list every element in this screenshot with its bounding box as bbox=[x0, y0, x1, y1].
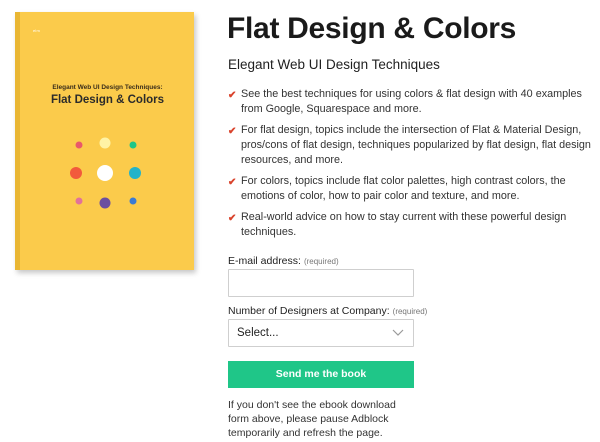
feature-text: See the best techniques for using colors… bbox=[241, 88, 582, 115]
required-hint: (required) bbox=[303, 257, 339, 266]
feature-text: Real-world advice on how to stay current… bbox=[241, 211, 567, 238]
color-dot bbox=[75, 197, 83, 205]
feature-text: For flat design, topics include the inte… bbox=[241, 124, 591, 166]
color-dot bbox=[129, 197, 137, 205]
feature-text: For colors, topics include flat color pa… bbox=[241, 175, 566, 202]
color-dot bbox=[75, 141, 83, 149]
color-dots-illustration bbox=[70, 137, 141, 209]
list-item: ✔ For colors, topics include flat color p… bbox=[228, 174, 593, 204]
designers-label-text: Number of Designers at Company: bbox=[228, 305, 390, 317]
color-dot bbox=[97, 165, 113, 181]
designers-label: Number of Designers at Company: (required… bbox=[228, 305, 427, 317]
color-dot bbox=[129, 167, 141, 179]
check-icon: ✔ bbox=[228, 90, 237, 101]
ebook-cover: elm Elegant Web UI Design Techniques: Fl… bbox=[15, 12, 194, 270]
adblock-note: If you don't see the ebook download form… bbox=[228, 399, 396, 442]
designers-select[interactable]: Select... bbox=[228, 319, 414, 347]
list-item: ✔ See the best techniques for using color… bbox=[228, 87, 593, 117]
select-value: Select... bbox=[237, 327, 279, 339]
color-dot bbox=[129, 141, 137, 149]
list-item: ✔ Real-world advice on how to stay curren… bbox=[228, 210, 593, 240]
check-icon: ✔ bbox=[228, 177, 237, 188]
check-icon: ✔ bbox=[228, 213, 237, 224]
send-book-button[interactable]: Send me the book bbox=[228, 361, 414, 388]
list-item: ✔ For flat design, topics include the int… bbox=[228, 123, 593, 168]
color-dot bbox=[70, 167, 82, 179]
page-subtitle: Elegant Web UI Design Techniques bbox=[228, 57, 440, 72]
page-title: Flat Design & Colors bbox=[227, 12, 517, 45]
chevron-down-icon bbox=[392, 329, 404, 336]
required-hint: (required) bbox=[392, 307, 428, 316]
email-label-text: E-mail address: bbox=[228, 255, 301, 267]
email-field[interactable] bbox=[228, 269, 414, 297]
color-dot bbox=[99, 137, 111, 149]
email-label: E-mail address: (required) bbox=[228, 255, 339, 267]
color-dot bbox=[99, 197, 111, 209]
feature-list: ✔ See the best techniques for using color… bbox=[228, 87, 593, 246]
check-icon: ✔ bbox=[228, 126, 237, 137]
